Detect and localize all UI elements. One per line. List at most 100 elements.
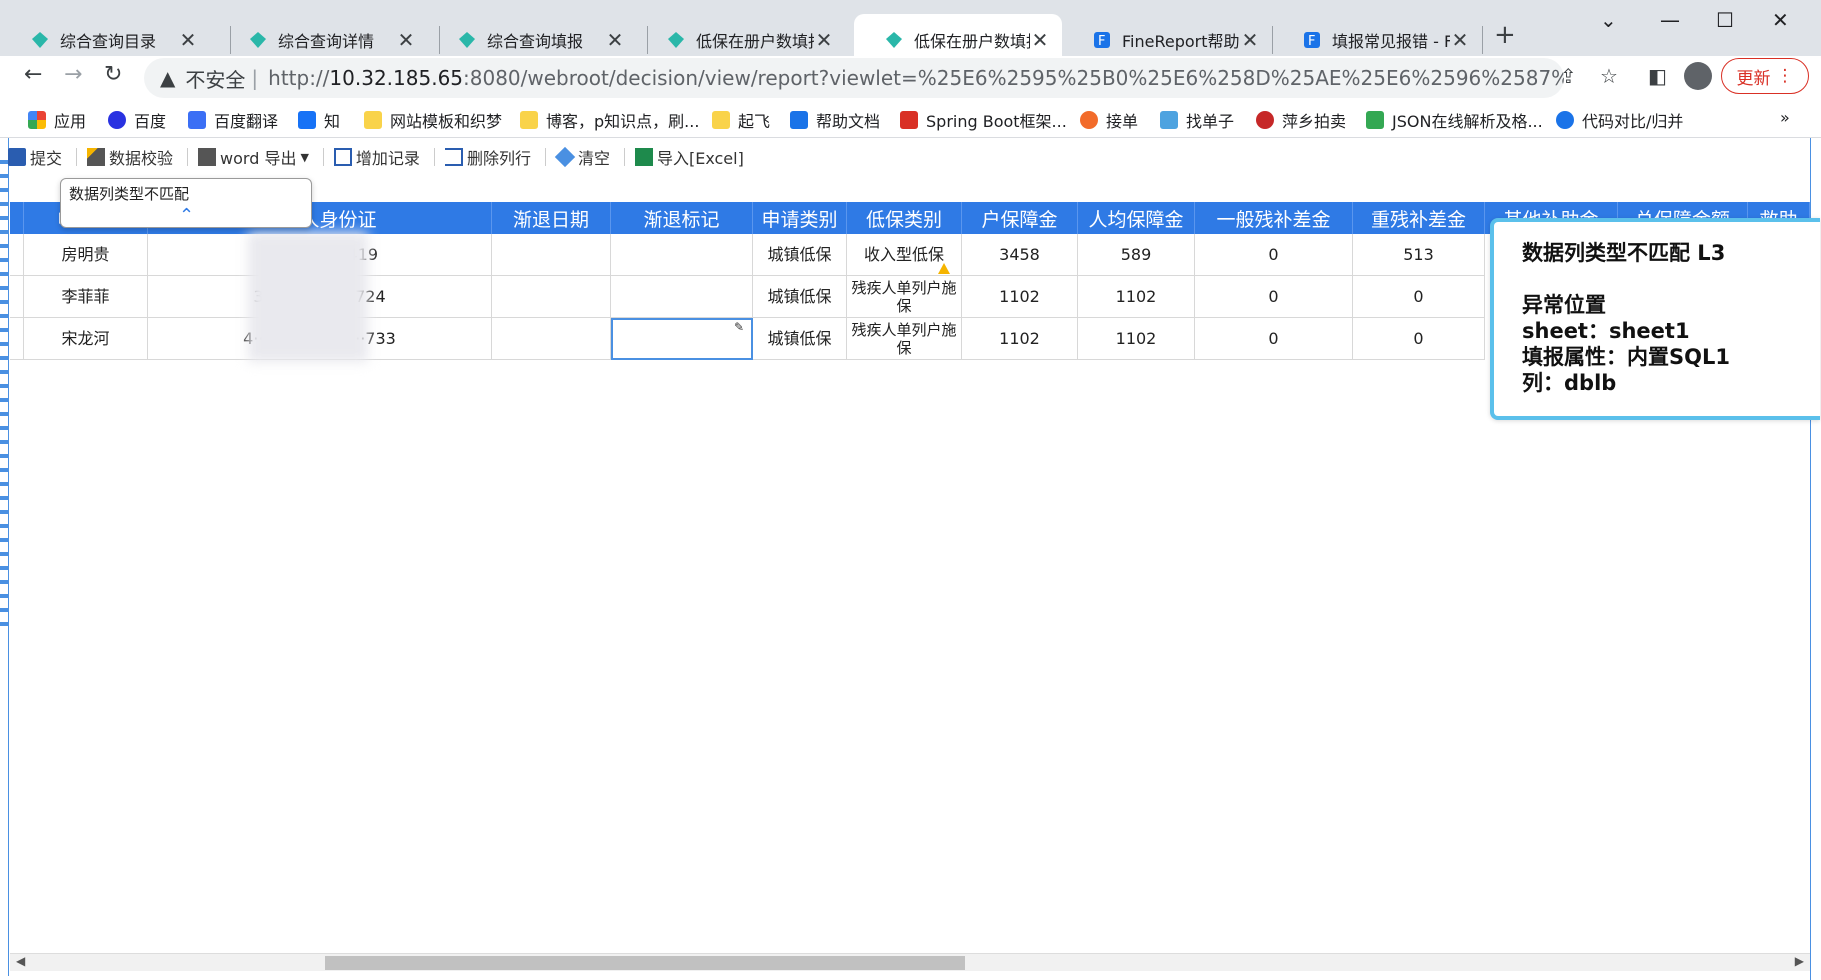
grid-icon (1160, 111, 1178, 129)
table-cell[interactable] (611, 276, 753, 318)
bookmark-label: 接单 (1106, 112, 1139, 131)
tab-title: 低保在册户数填报 (696, 32, 814, 51)
word-export-label: word 导出 (220, 149, 297, 168)
error-tooltip: 数据列类型不匹配 ⌃ (60, 178, 312, 228)
finereport-leaf-icon (886, 32, 902, 48)
finereport-f-icon (790, 111, 808, 129)
table-cell[interactable] (492, 234, 611, 276)
bookmark-item[interactable]: JSON在线解析及格... (1366, 108, 1543, 132)
horizontal-scrollbar[interactable]: ◀ ▶ (10, 953, 1810, 971)
reload-icon[interactable]: ↻ (104, 62, 122, 87)
more-bookmarks-icon[interactable]: » (1780, 108, 1790, 127)
word-export-button[interactable]: word 导出 ▼ (198, 145, 309, 169)
error-column: 列：dblb (1522, 371, 1617, 395)
update-button[interactable]: 更新 ⋮ (1721, 58, 1809, 94)
dropdown-caret-icon: ▼ (300, 150, 309, 164)
close-icon[interactable]: ✕ (178, 28, 198, 52)
zhihu-icon (298, 111, 316, 129)
bookmark-item[interactable]: 萍乡拍卖 (1256, 108, 1346, 132)
table-cell[interactable]: 0 (1353, 276, 1485, 318)
maximize-icon[interactable]: ☐ (1716, 8, 1734, 32)
url-scheme: http:// (268, 66, 330, 90)
bookmark-folder[interactable]: 网站模板和织梦 (364, 108, 502, 132)
bookmark-item[interactable]: 帮助文档 (790, 108, 880, 132)
table-cell[interactable]: 0 (1195, 276, 1353, 318)
table-cell[interactable]: 589 (1078, 234, 1195, 276)
close-icon[interactable]: ✕ (1030, 28, 1050, 52)
table-cell[interactable]: 城镇低保 (753, 234, 847, 276)
table-cell[interactable]: 残疾人单列户施保 (847, 276, 962, 318)
close-icon[interactable]: ✕ (1240, 28, 1260, 52)
table-cell[interactable] (611, 234, 753, 276)
minimize-icon[interactable]: — (1660, 8, 1680, 32)
share-icon[interactable]: ⇪ (1560, 64, 1577, 88)
new-tab-button[interactable]: + (1494, 20, 1516, 50)
avatar[interactable] (1684, 62, 1712, 90)
bookmark-item[interactable]: 接单 (1080, 108, 1138, 132)
table-cell[interactable] (492, 318, 611, 360)
bookmark-folder[interactable]: 起飞 (712, 108, 770, 132)
clear-button[interactable]: 清空 (554, 145, 610, 169)
scrollbar-thumb[interactable] (325, 956, 965, 970)
bookmark-item[interactable]: 百度 (108, 108, 166, 132)
close-icon[interactable]: ✕ (396, 28, 416, 52)
warning-icon[interactable]: ▲ (160, 66, 175, 90)
close-icon[interactable]: ✕ (605, 28, 625, 52)
scroll-left-icon[interactable]: ◀ (16, 954, 25, 968)
table-cell[interactable]: 城镇低保 (753, 276, 847, 318)
scroll-right-icon[interactable]: ▶ (1795, 954, 1804, 968)
table-cell[interactable]: 0 (1195, 318, 1353, 360)
column-header: 渐退标记 (611, 202, 753, 234)
table-cell[interactable]: 房明贵 (24, 234, 148, 276)
submit-button[interactable]: 提交 (8, 145, 62, 169)
table-cell[interactable]: 1102 (962, 318, 1078, 360)
table-cell[interactable] (492, 276, 611, 318)
orange-bubble-icon (1080, 111, 1098, 129)
eraser-icon (554, 146, 576, 168)
table-cell[interactable]: 513 (1353, 234, 1485, 276)
tab-title: 低保在册户数填报 (914, 32, 1030, 51)
selected-cell[interactable] (611, 318, 753, 360)
chevron-up-icon[interactable]: ⌃ (179, 205, 194, 226)
table-cell[interactable]: 城镇低保 (753, 318, 847, 360)
close-icon[interactable]: ✕ (814, 28, 834, 52)
bookmark-item[interactable]: 百度翻译 (188, 108, 278, 132)
table-cell[interactable]: 1102 (1078, 318, 1195, 360)
table-cell[interactable]: 李菲菲 (24, 276, 148, 318)
bookmark-item[interactable]: 知 (298, 108, 340, 132)
update-label: 更新 (1736, 68, 1771, 89)
finereport-f-icon: F (1094, 32, 1110, 49)
table-cell[interactable]: 残疾人单列户施保 (847, 318, 962, 360)
toolbar-divider (187, 148, 189, 166)
close-icon[interactable]: ✕ (1450, 28, 1470, 52)
window-close-icon[interactable]: ✕ (1772, 8, 1789, 32)
toolbar-divider (544, 148, 546, 166)
table-cell[interactable]: 1102 (962, 276, 1078, 318)
forward-icon[interactable]: → (64, 62, 82, 87)
excel-icon (634, 148, 653, 166)
delete-row-button[interactable]: 删除列行 (444, 145, 531, 169)
add-record-button[interactable]: 增加记录 (333, 145, 420, 169)
import-excel-button[interactable]: 导入[Excel] (634, 145, 744, 169)
table-cell[interactable]: 3458 (962, 234, 1078, 276)
bookmark-item[interactable]: 应用 (28, 108, 86, 132)
bookmark-label: 网站模板和织梦 (390, 112, 503, 131)
bookmark-item[interactable]: Spring Boot框架... (900, 108, 1067, 132)
side-panel-icon[interactable]: ◧ (1648, 64, 1667, 88)
table-cell[interactable]: 0 (1195, 234, 1353, 276)
bookmark-item[interactable]: 找单子 (1160, 108, 1234, 132)
table-cell[interactable]: 0 (1353, 318, 1485, 360)
validate-button[interactable]: 数据校验 (87, 145, 173, 169)
bookmark-star-icon[interactable]: ☆ (1600, 64, 1618, 88)
back-icon[interactable]: ← (24, 62, 42, 87)
bookmark-item[interactable]: 代码对比/归并 (1556, 108, 1683, 132)
bookmark-folder[interactable]: 博客，p知识点，刷... (520, 108, 699, 132)
table-cell[interactable]: 1102 (1078, 276, 1195, 318)
edit-pencil-icon[interactable]: ✎ (734, 320, 744, 334)
delete-row-icon (444, 148, 463, 166)
url-rest: :8080/webroot/decision/view/report?viewl… (463, 66, 1564, 90)
table-cell[interactable]: 宋龙河 (24, 318, 148, 360)
tab-search-icon[interactable]: ⌄ (1600, 8, 1617, 32)
address-bar[interactable]: ▲ 不安全 | http:// 10.32.185.65 :8080/webro… (144, 58, 1564, 98)
finereport-leaf-icon (250, 32, 266, 48)
